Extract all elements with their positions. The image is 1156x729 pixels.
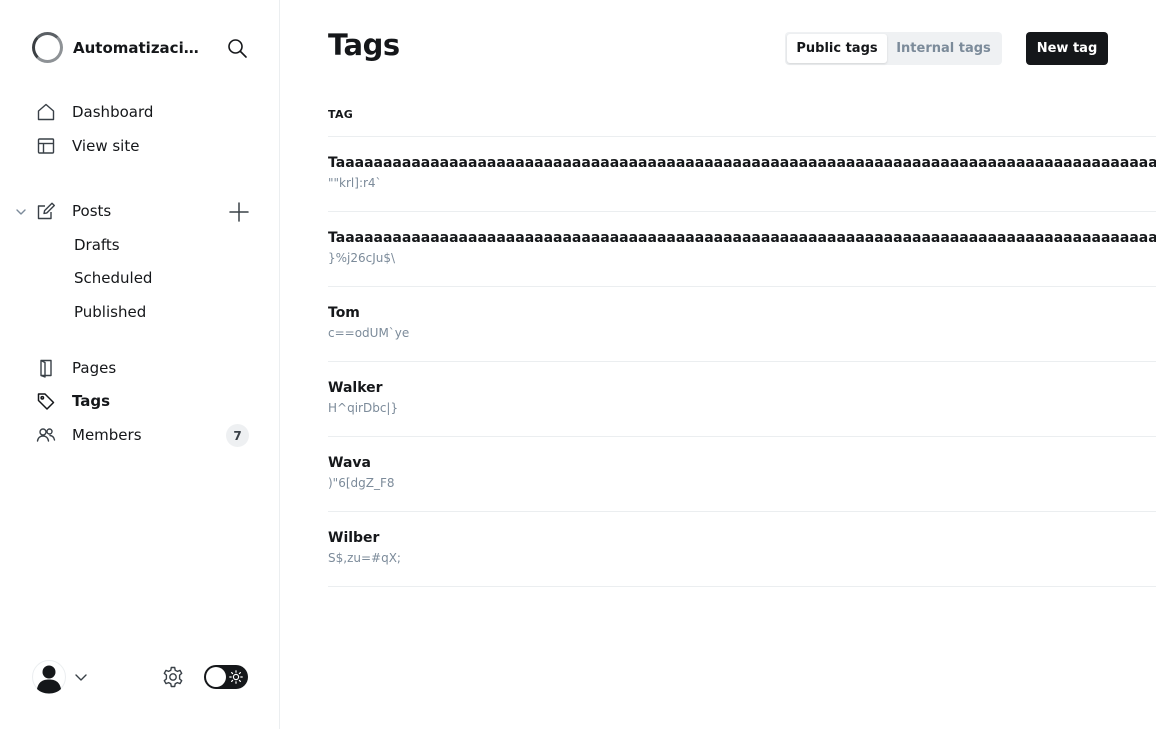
sidebar-item-drafts[interactable]: Drafts — [74, 236, 120, 254]
tag-name: Wilber — [328, 530, 380, 546]
plus-icon[interactable] — [228, 201, 250, 223]
sidebar: Automatizaciones Dashboard View site Pos… — [0, 0, 280, 729]
tag-name: Tom — [328, 305, 360, 321]
table-row[interactable]: Taaaaaaaaaaaaaaaaaaaaaaaaaaaaaaaaaaaaaaa… — [328, 212, 1156, 287]
sidebar-item-label: Posts — [72, 202, 112, 220]
tag-name: Walker — [328, 380, 383, 396]
tag-slug: )"6[dgZ_F8 — [328, 476, 395, 490]
sidebar-item-label: Dashboard — [72, 103, 154, 121]
sidebar-item-posts[interactable]: Posts — [36, 201, 111, 221]
tag-icon — [37, 393, 55, 410]
edit-icon — [37, 202, 55, 220]
chevron-down-icon — [75, 674, 87, 681]
page-title: Tags — [328, 28, 400, 62]
user-menu[interactable] — [32, 660, 88, 694]
site-brand[interactable]: Automatizaciones — [32, 32, 207, 63]
sidebar-item-published[interactable]: Published — [74, 303, 146, 321]
layout-icon — [37, 138, 55, 154]
table-row[interactable]: Wava )"6[dgZ_F8 — [328, 437, 1156, 512]
home-icon — [37, 103, 55, 121]
sun-icon — [229, 670, 243, 684]
table-row[interactable]: Walker H^qirDbc|} — [328, 362, 1156, 437]
chevron-down-icon[interactable] — [14, 205, 28, 219]
members-icon — [36, 428, 56, 442]
new-tag-button[interactable]: New tag — [1026, 32, 1108, 65]
search-icon[interactable] — [226, 37, 248, 59]
column-header-tag: TAG — [328, 108, 354, 121]
sidebar-item-label: View site — [72, 137, 140, 155]
toggle-knob — [206, 667, 226, 687]
sidebar-item-label: Pages — [72, 359, 117, 377]
tag-slug: S$,zu=#qX; — [328, 551, 401, 565]
settings-icon[interactable] — [161, 665, 185, 689]
table-row[interactable]: Tom c==odUM`ye — [328, 287, 1156, 362]
site-name: Automatizaciones — [73, 38, 207, 57]
sidebar-item-scheduled[interactable]: Scheduled — [74, 269, 152, 287]
tag-name: Taaaaaaaaaaaaaaaaaaaaaaaaaaaaaaaaaaaaaaa… — [328, 155, 1156, 171]
avatar-icon — [32, 660, 66, 694]
tag-slug: ""krl]:r4` — [328, 176, 382, 190]
sidebar-item-tags[interactable]: Tags — [36, 391, 110, 411]
sidebar-item-members[interactable]: Members — [36, 425, 142, 445]
tab-public-tags[interactable]: Public tags — [787, 34, 887, 63]
tag-name: Taaaaaaaaaaaaaaaaaaaaaaaaaaaaaaaaaaaaaaa… — [328, 230, 1156, 246]
tag-type-switcher: Public tags Internal tags — [785, 32, 1002, 65]
tags-table: Taaaaaaaaaaaaaaaaaaaaaaaaaaaaaaaaaaaaaaa… — [328, 136, 1156, 587]
table-row[interactable]: Wilber S$,zu=#qX; — [328, 512, 1156, 587]
page-icon — [40, 359, 52, 378]
members-count-badge: 7 — [226, 424, 249, 447]
table-row[interactable]: Taaaaaaaaaaaaaaaaaaaaaaaaaaaaaaaaaaaaaaa… — [328, 137, 1156, 212]
sidebar-item-dashboard[interactable]: Dashboard — [36, 102, 153, 122]
tag-slug: }%j26cJu$\ — [328, 251, 396, 265]
sidebar-item-label: Tags — [72, 392, 111, 410]
sidebar-item-label: Members — [72, 426, 142, 444]
tab-internal-tags[interactable]: Internal tags — [887, 34, 1000, 63]
app-root: Automatizaciones Dashboard View site Pos… — [0, 0, 1156, 729]
sidebar-item-view-site[interactable]: View site — [36, 136, 139, 156]
tag-slug: c==odUM`ye — [328, 326, 410, 340]
tag-slug: H^qirDbc|} — [328, 401, 399, 415]
sidebar-item-pages[interactable]: Pages — [36, 358, 116, 378]
tag-name: Wava — [328, 455, 371, 471]
theme-toggle[interactable] — [204, 665, 248, 689]
site-logo — [32, 32, 63, 63]
